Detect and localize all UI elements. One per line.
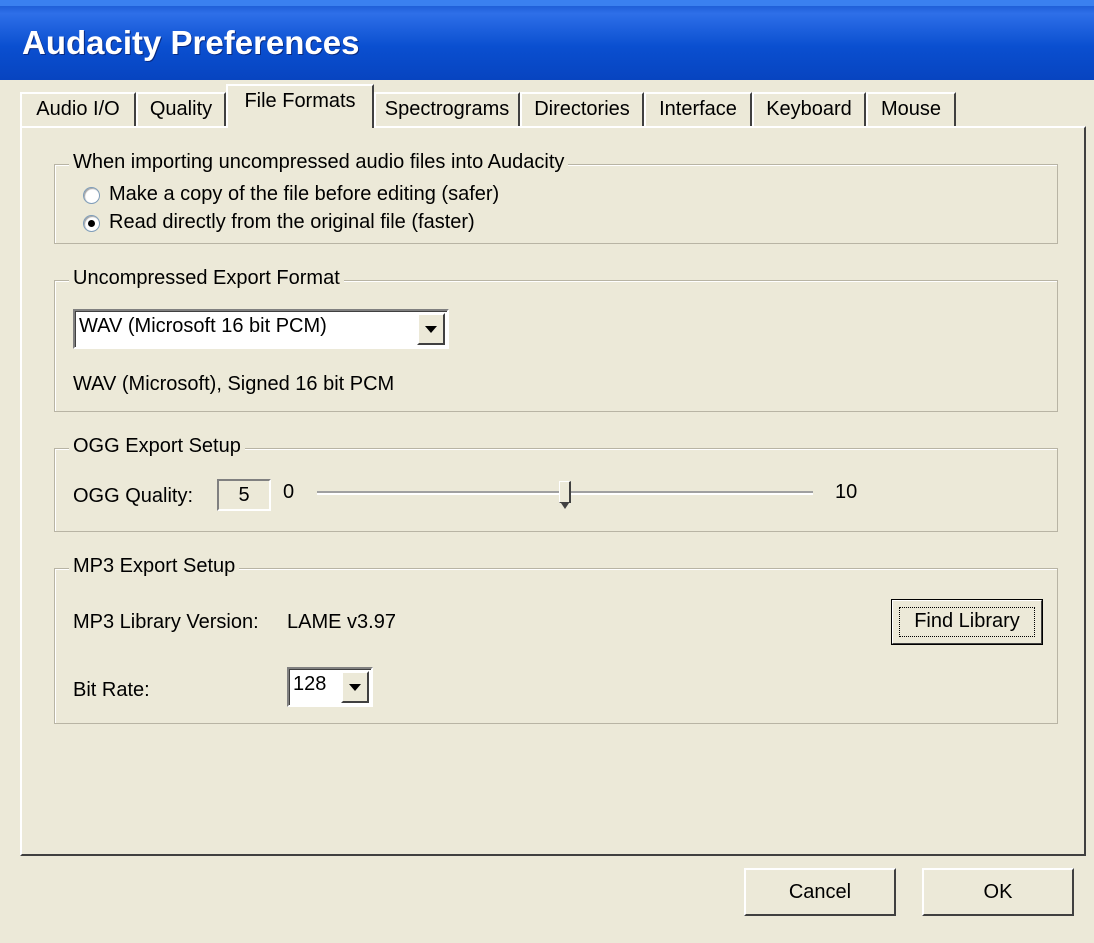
ogg-export-group-label: OGG Export Setup [69, 435, 245, 458]
mp3-export-group: MP3 Export Setup MP3 Library Version: LA… [54, 555, 1058, 724]
tab-interface[interactable]: Interface [644, 92, 752, 126]
import-group-label: When importing uncompressed audio files … [69, 151, 569, 174]
title-bar[interactable]: Audacity Preferences [0, 0, 1094, 80]
read-direct-radio[interactable] [83, 215, 100, 232]
ogg-quality-value: 5 [217, 479, 271, 511]
cancel-button[interactable]: Cancel [744, 868, 896, 916]
import-group: When importing uncompressed audio files … [54, 151, 1058, 244]
bitrate-value: 128 [293, 673, 327, 695]
export-format-description: WAV (Microsoft), Signed 16 bit PCM [73, 373, 395, 395]
mp3-version-value: LAME v3.97 [287, 611, 396, 633]
cancel-label: Cancel [788, 881, 852, 903]
ogg-export-group: OGG Export Setup OGG Quality: 5 0 10 [54, 435, 1058, 532]
ogg-max-label: 10 [835, 481, 858, 503]
tab-file-formats[interactable]: File Formats [226, 84, 374, 128]
find-library-button[interactable]: Find Library [891, 599, 1043, 645]
chevron-down-icon [425, 326, 437, 333]
export-format-group: Uncompressed Export Format WAV (Microsof… [54, 267, 1058, 412]
tab-quality[interactable]: Quality [136, 92, 226, 126]
bitrate-label: Bit Rate: [73, 679, 150, 701]
tab-spectrograms[interactable]: Spectrograms [374, 92, 520, 126]
tab-keyboard[interactable]: Keyboard [752, 92, 866, 126]
ok-label: OK [983, 881, 1013, 903]
read-direct-label[interactable]: Read directly from the original file (fa… [109, 211, 475, 234]
tab-audio-io[interactable]: Audio I/O [20, 92, 136, 126]
preferences-dialog: Audacity Preferences Audio I/O Quality F… [0, 0, 1094, 943]
find-library-label: Find Library [914, 610, 1020, 632]
tab-mouse[interactable]: Mouse [866, 92, 956, 126]
bitrate-select[interactable]: 128 [287, 667, 373, 707]
mp3-export-group-label: MP3 Export Setup [69, 555, 240, 578]
chevron-down-icon [349, 684, 361, 691]
ogg-quality-slider-thumb[interactable] [559, 481, 571, 509]
copy-file-radio[interactable] [83, 187, 100, 204]
bitrate-dropdown-button[interactable] [341, 671, 369, 703]
ogg-min-label: 0 [283, 481, 295, 503]
tab-directories[interactable]: Directories [520, 92, 644, 126]
window-title: Audacity Preferences [22, 24, 360, 61]
export-format-dropdown-button[interactable] [417, 313, 445, 345]
mp3-version-label: MP3 Library Version: [73, 611, 259, 633]
export-format-value: WAV (Microsoft 16 bit PCM) [79, 315, 327, 337]
copy-file-label[interactable]: Make a copy of the file before editing (… [109, 183, 499, 206]
ogg-quality-label: OGG Quality: [73, 485, 194, 507]
export-format-group-label: Uncompressed Export Format [69, 267, 344, 290]
ok-button[interactable]: OK [922, 868, 1074, 916]
export-format-select[interactable]: WAV (Microsoft 16 bit PCM) [73, 309, 449, 349]
file-formats-panel: When importing uncompressed audio files … [20, 126, 1086, 856]
tab-strip: Audio I/O Quality File Formats Spectrogr… [20, 84, 1080, 128]
